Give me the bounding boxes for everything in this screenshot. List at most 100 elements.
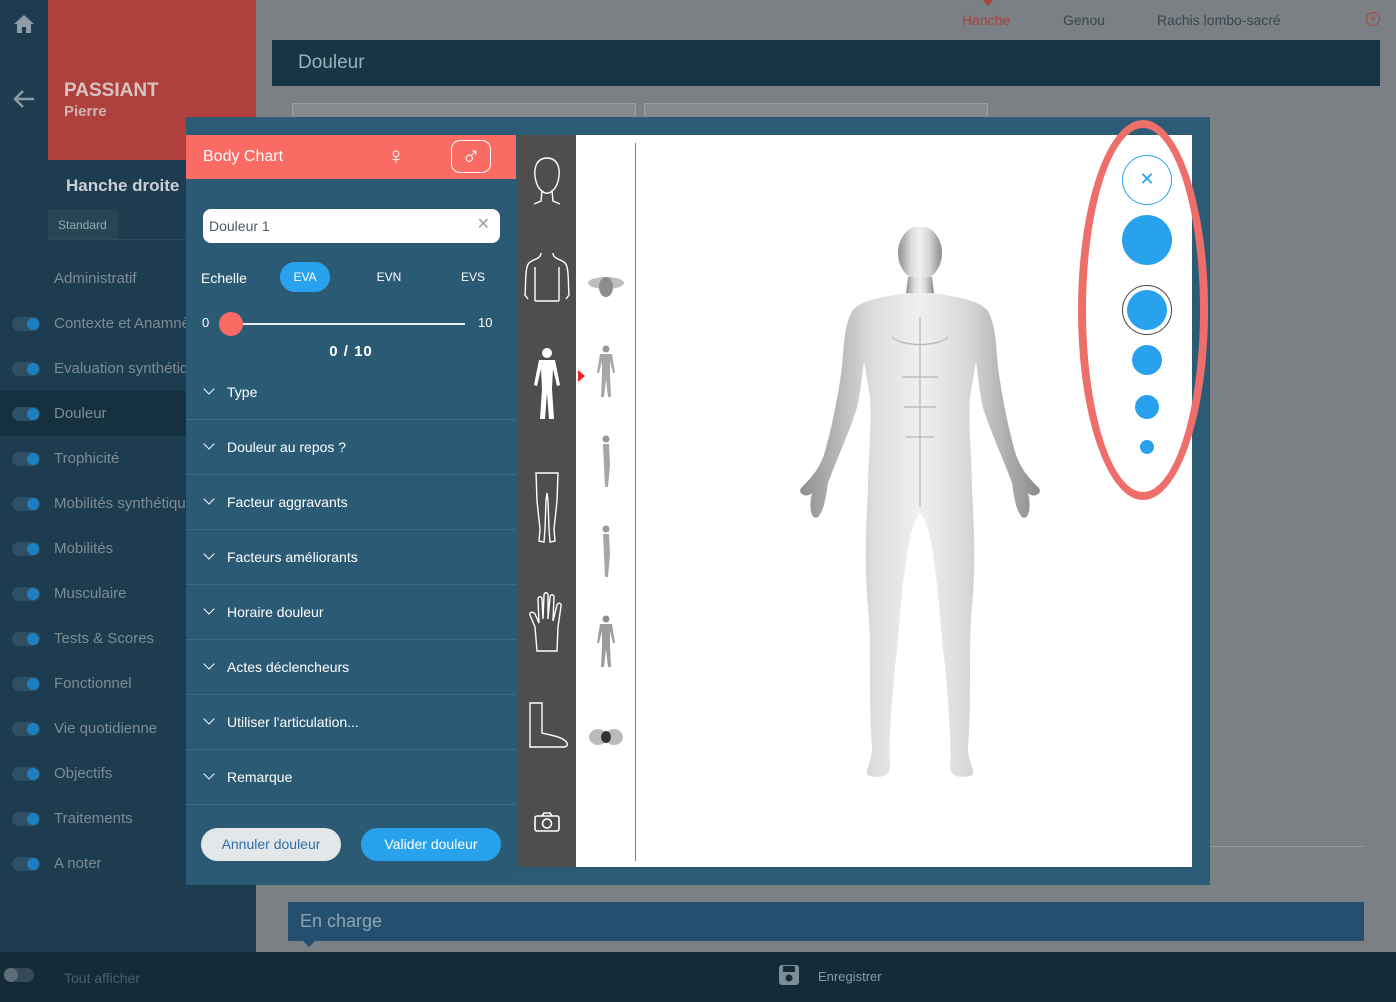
- active-tab-caret: [983, 0, 993, 6]
- accordion-facteur-aggravants[interactable]: Facteur aggravants: [186, 475, 516, 530]
- sidebar-item-toggle[interactable]: [12, 317, 40, 331]
- eraser-close-icon[interactable]: ✕: [1122, 155, 1172, 205]
- sidebar-item-label: Musculaire: [54, 585, 127, 602]
- bottom-bar: [0, 952, 1396, 1002]
- left-side-thumbnail[interactable]: [584, 435, 628, 489]
- cancel-pain-button[interactable]: Annuler douleur: [201, 828, 341, 861]
- en-charge-caret: [303, 941, 315, 947]
- sidebar-item-toggle[interactable]: [12, 677, 40, 691]
- canvas-divider: [635, 143, 636, 861]
- pain-slider-track[interactable]: [230, 323, 465, 325]
- accordion-actes-declencheurs[interactable]: Actes déclencheurs: [186, 640, 516, 695]
- full-body-view-icon[interactable]: [522, 347, 571, 421]
- sidebar-section-title: Hanche droite: [66, 176, 180, 195]
- view-selector: [517, 135, 576, 867]
- brush-size-m[interactable]: [1132, 345, 1162, 375]
- save-icon[interactable]: [778, 964, 800, 986]
- accordion-label: Douleur au repos ?: [227, 439, 347, 455]
- sidebar-item-label: Fonctionnel: [54, 675, 132, 692]
- brush-size-s[interactable]: [1135, 395, 1159, 419]
- add-tab-icon[interactable]: +: [1366, 12, 1380, 26]
- tab-standard[interactable]: Standard: [48, 209, 118, 239]
- orientation-strip: [576, 135, 634, 867]
- brush-size-l-selected[interactable]: [1122, 285, 1172, 335]
- body-model-image[interactable]: [792, 226, 1048, 779]
- sidebar-item-toggle[interactable]: [12, 632, 40, 646]
- pain-name-field: ✕: [203, 209, 500, 243]
- sidebar-item-label: Contexte et Anamnèse: [54, 315, 206, 332]
- scale-option-eva[interactable]: EVA: [280, 262, 330, 292]
- sidebar-item-label: Trophicité: [54, 450, 120, 467]
- right-side-thumbnail[interactable]: [584, 525, 628, 579]
- sidebar-item-toggle[interactable]: [12, 452, 40, 466]
- sidebar-item-label: Mobilités synthétiques: [54, 495, 202, 512]
- chevron-down-icon: [203, 603, 215, 615]
- sidebar-item-label: A noter: [54, 855, 102, 872]
- scale-option-evs[interactable]: EVS: [448, 262, 498, 292]
- bottom-view-thumbnail[interactable]: [584, 725, 628, 749]
- back-view-thumbnail[interactable]: [584, 615, 628, 669]
- sidebar-item-label: Administratif: [54, 270, 137, 287]
- sidebar-item-toggle[interactable]: [12, 812, 40, 826]
- save-button[interactable]: Enregistrer: [818, 969, 882, 984]
- chevron-down-icon: [203, 768, 215, 780]
- female-icon[interactable]: ♀: [384, 143, 408, 171]
- pain-slider-thumb[interactable]: [219, 312, 243, 336]
- accordion-label: Facteurs améliorants: [227, 549, 358, 565]
- sidebar-item-label: Mobilités: [54, 540, 114, 557]
- accordion-utiliser-articulation[interactable]: Utiliser l'articulation...: [186, 695, 516, 750]
- sidebar-item-toggle[interactable]: [12, 587, 40, 601]
- tab-hanche[interactable]: Hanche: [962, 12, 1010, 28]
- accordion-label: Facteur aggravants: [227, 494, 348, 510]
- accordion-label: Utiliser l'articulation...: [227, 714, 359, 730]
- sidebar-item-label: Objectifs: [54, 765, 113, 782]
- accordion-type[interactable]: Type: [186, 365, 516, 420]
- chevron-down-icon: [203, 548, 215, 560]
- accordion-label: Remarque: [227, 769, 293, 785]
- panel-header: Body Chart ♀ ♂: [186, 135, 516, 179]
- sidebar-item-toggle[interactable]: [12, 362, 40, 376]
- sidebar-item-label: Douleur: [54, 405, 107, 422]
- tab-genou[interactable]: Genou: [1063, 12, 1105, 28]
- patient-last-name: PASSIANT: [64, 80, 159, 101]
- accordion-horaire-douleur[interactable]: Horaire douleur: [186, 585, 516, 640]
- scale-option-evn[interactable]: EVN: [364, 262, 414, 292]
- sidebar-item-toggle[interactable]: [12, 722, 40, 736]
- chevron-down-icon: [203, 383, 215, 395]
- sidebar-item-toggle[interactable]: [12, 407, 40, 421]
- section-header-en-charge[interactable]: En charge: [288, 902, 1364, 941]
- brush-size-xs[interactable]: [1140, 440, 1154, 454]
- chevron-down-icon: [203, 438, 215, 450]
- accordion-remarque[interactable]: Remarque: [186, 750, 516, 805]
- legs-view-icon[interactable]: [522, 471, 571, 545]
- head-view-icon[interactable]: [522, 155, 571, 207]
- show-all-toggle[interactable]: [4, 968, 34, 982]
- scale-label: Echelle: [201, 270, 247, 286]
- brush-size-l: [1127, 290, 1167, 330]
- sidebar-item-toggle[interactable]: [12, 857, 40, 871]
- sidebar-item-toggle[interactable]: [12, 542, 40, 556]
- back-arrow-icon[interactable]: [12, 87, 36, 111]
- home-icon[interactable]: [12, 12, 36, 36]
- hand-view-icon[interactable]: [522, 591, 571, 653]
- foot-view-icon[interactable]: [522, 701, 571, 749]
- slider-max-label: 10: [478, 315, 493, 330]
- validate-pain-button[interactable]: Valider douleur: [361, 828, 501, 861]
- sidebar-item-label: Traitements: [54, 810, 133, 827]
- brush-size-xl[interactable]: [1122, 215, 1172, 265]
- modal-title: Body Chart: [203, 148, 284, 165]
- tab-rachis[interactable]: Rachis lombo-sacré: [1157, 12, 1281, 28]
- accordion-douleur-repos[interactable]: Douleur au repos ?: [186, 420, 516, 475]
- top-view-thumbnail[interactable]: [584, 271, 628, 301]
- accordion-label: Actes déclencheurs: [227, 659, 350, 675]
- accordion-facteurs-ameliorants[interactable]: Facteurs améliorants: [186, 530, 516, 585]
- sidebar-item-toggle[interactable]: [12, 497, 40, 511]
- torso-view-icon[interactable]: [522, 251, 571, 305]
- front-view-thumbnail[interactable]: [584, 345, 628, 399]
- male-icon[interactable]: ♂: [451, 140, 491, 173]
- camera-icon[interactable]: [522, 811, 571, 833]
- clear-icon[interactable]: ✕: [477, 216, 490, 234]
- pain-panel: Body Chart ♀ ♂ ✕ Echelle EVA EVN EVS 0 1…: [186, 135, 516, 885]
- sidebar-item-toggle[interactable]: [12, 767, 40, 781]
- pain-name-input[interactable]: [209, 216, 459, 236]
